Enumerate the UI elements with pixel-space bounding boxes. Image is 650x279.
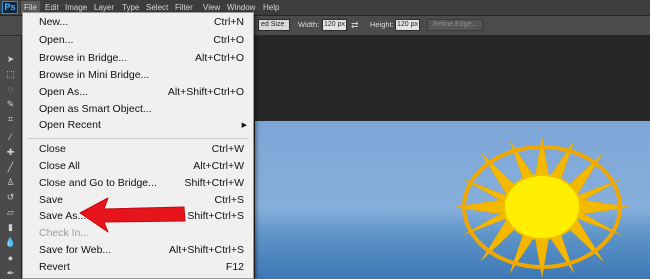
photoshop-window: Ps File Edit Image Layer Type Select Fil… [0,0,650,279]
annotation-arrow-icon [79,197,186,233]
